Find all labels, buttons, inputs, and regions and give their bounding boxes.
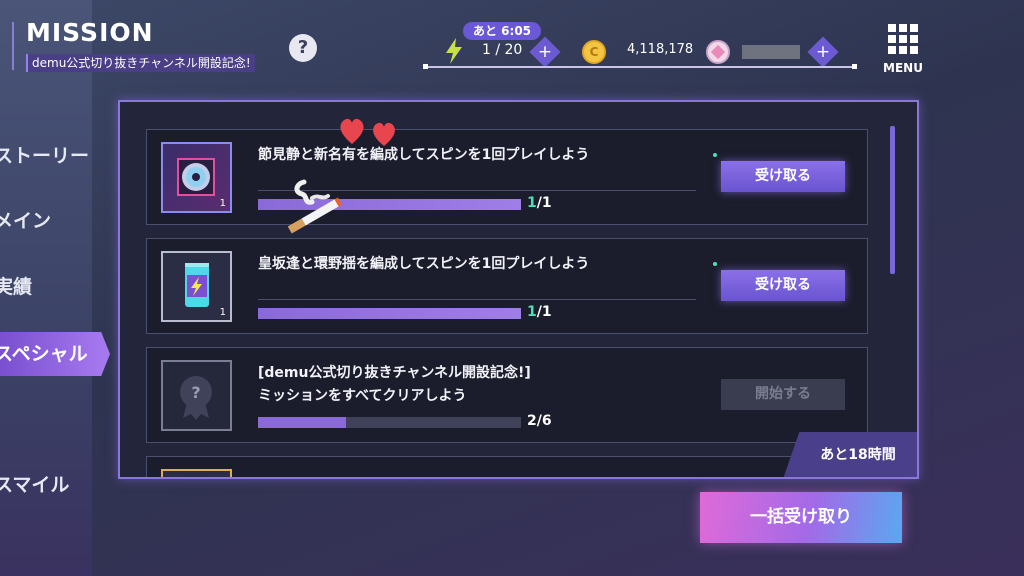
- bulk-claim-button[interactable]: 一括受け取り: [700, 492, 902, 543]
- hearts-sticker-icon: [340, 118, 395, 146]
- progress-bar: [258, 417, 521, 428]
- progress-bar: [258, 308, 521, 319]
- item-count: 1: [219, 198, 226, 209]
- progress-text: 2/6: [527, 413, 552, 429]
- cd-icon: 1: [161, 142, 232, 213]
- sidebar-item-story[interactable]: ストーリー: [0, 136, 92, 176]
- svg-text:?: ?: [191, 383, 200, 402]
- coin-count: 4,118,178: [627, 42, 694, 57]
- status-divider: [423, 64, 857, 69]
- page-subtitle: demu公式切り抜きチャンネル開設記念!: [26, 54, 255, 72]
- mystery-badge-icon: ?: [161, 360, 232, 431]
- cigarette-sticker-icon: [287, 179, 342, 234]
- sidebar: ストーリー メイン 実績 スペシャル スマイル: [0, 0, 110, 576]
- claim-button[interactable]: 受け取る: [721, 161, 845, 192]
- help-button[interactable]: ?: [289, 34, 317, 62]
- mission-item: 1 皇坂逢と環野揺を編成してスピンを1回プレイしよう 1/1 受け取る: [146, 238, 868, 334]
- reward-icon: [161, 469, 232, 477]
- sidebar-item-main[interactable]: メイン: [0, 201, 92, 241]
- menu-button[interactable]: MENU: [882, 24, 924, 76]
- sidebar-item-special[interactable]: スペシャル: [0, 332, 110, 376]
- mission-item: ? [demu公式切り抜きチャンネル開設記念!] ミッションをすべてクリアしよう…: [146, 347, 868, 443]
- coin-icon: C: [582, 40, 606, 64]
- sidebar-item-achievements[interactable]: 実績: [0, 267, 92, 307]
- mission-panel: 1 節見静と新名有を編成してスピンを1回プレイしよう 1/1 受け取る 1 皇坂…: [118, 100, 919, 479]
- time-remaining: あと18時間: [783, 432, 917, 477]
- menu-label: MENU: [883, 61, 923, 75]
- notification-dot: [713, 153, 717, 157]
- menu-grid-icon: [888, 24, 918, 54]
- claim-button[interactable]: 受け取る: [721, 270, 845, 301]
- gem-count-redacted: [742, 45, 800, 59]
- page-title: MISSION: [26, 18, 154, 47]
- stamina-timer: あと 6:05: [463, 22, 542, 40]
- mission-title: 皇坂逢と環野揺を編成してスピンを1回プレイしよう: [258, 256, 590, 272]
- gem-icon: [706, 40, 730, 64]
- notification-dot: [713, 262, 717, 266]
- sidebar-item-smile[interactable]: スマイル: [0, 465, 92, 505]
- bolt-icon: [446, 38, 462, 64]
- item-count: 1: [219, 307, 226, 318]
- start-button[interactable]: 開始する: [721, 379, 845, 410]
- progress-text: 1/1: [527, 195, 552, 211]
- progress-text: 1/1: [527, 304, 552, 320]
- mission-title: 節見静と新名有を編成してスピンを1回プレイしよう: [258, 147, 590, 163]
- mission-item: 1 節見静と新名有を編成してスピンを1回プレイしよう 1/1 受け取る: [146, 129, 868, 225]
- energy-drink-icon: 1: [161, 251, 232, 322]
- add-stamina-button[interactable]: +: [529, 36, 561, 68]
- divider: [258, 299, 696, 300]
- stamina-count: 1 / 20: [482, 42, 523, 58]
- mission-item: [146, 456, 868, 477]
- mission-title: [demu公式切り抜きチャンネル開設記念!] ミッションをすべてクリアしよう: [258, 365, 531, 404]
- add-gem-button[interactable]: +: [807, 36, 839, 68]
- scrollbar[interactable]: [890, 126, 895, 274]
- header-accent-line: [12, 22, 14, 70]
